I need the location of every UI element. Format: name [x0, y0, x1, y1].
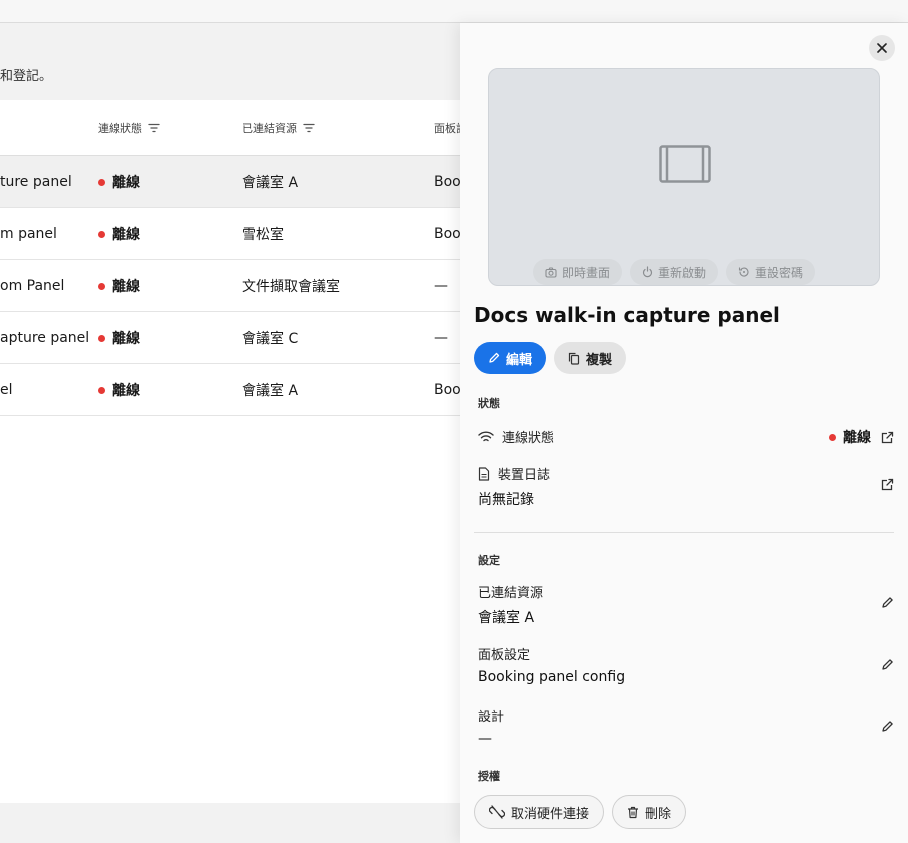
tablet-icon [659, 145, 711, 183]
device-name: el [0, 382, 13, 398]
offline-dot [98, 334, 105, 342]
license-section-label: 授權 [478, 770, 500, 783]
linked-resource-value: 會議室 A [478, 610, 535, 626]
live-view-button[interactable]: 即時畫面 [533, 259, 623, 285]
status-section-label: 狀態 [478, 397, 500, 410]
filter-icon[interactable] [303, 123, 315, 133]
table-row[interactable]: om Panel 離線 文件擷取會議室 — [0, 260, 460, 312]
external-link-icon[interactable] [881, 431, 894, 444]
trash-icon [628, 806, 639, 818]
table-row[interactable]: apture panel 離線 會議室 C — [0, 312, 460, 364]
close-icon [877, 43, 887, 53]
resource-cell: 會議室 C [242, 331, 299, 347]
config-cell: Boo [434, 174, 460, 190]
wifi-icon [478, 430, 494, 441]
status-cell: 離線 [98, 260, 140, 312]
table-row[interactable]: el 離線 會議室 A Boo [0, 364, 460, 416]
offline-dot [98, 386, 105, 394]
preview-actions: 即時畫面 重新啟動 重設密碼 [533, 259, 816, 285]
unlink-icon [489, 805, 505, 819]
reset-icon [738, 267, 749, 277]
device-log-value: 尚無記錄 [478, 492, 534, 508]
device-name: ture panel [0, 174, 72, 190]
connection-status-value: 離線 [829, 427, 871, 447]
status-cell: 離線 [98, 312, 140, 364]
resource-cell: 文件擷取會議室 [242, 279, 340, 295]
linked-resource-item: 已連結資源 會議室 A [478, 582, 894, 627]
config-cell: Boo [434, 226, 460, 242]
device-preview: 即時畫面 重新啟動 重設密碼 [488, 68, 880, 286]
offline-dot [98, 178, 105, 186]
devices-table: 連線狀態 已連結資源 面板設 ture panel 離線 會議室 A Boo m… [0, 100, 467, 803]
panel-actions: 編輯 複製 [474, 342, 627, 374]
resource-cell: 雪松室 [242, 227, 284, 243]
connection-status-item: 連線狀態 離線 [478, 427, 894, 446]
pencil-icon[interactable] [881, 596, 894, 609]
edit-button[interactable]: 編輯 [474, 342, 547, 374]
column-header-status[interactable]: 連線狀態 [98, 120, 160, 136]
status-cell: 離線 [98, 208, 140, 260]
document-icon [478, 466, 490, 481]
pencil-icon[interactable] [881, 658, 894, 671]
offline-dot [98, 230, 105, 238]
panel-config-item: 面板設定 Booking panel config [478, 644, 894, 685]
panel-footer-actions: 取消硬件連接 刪除 [474, 795, 687, 829]
offline-dot [98, 282, 105, 290]
filter-icon[interactable] [148, 123, 160, 133]
external-link-icon[interactable] [881, 478, 894, 491]
panel-title: Docs walk-in capture panel [474, 303, 780, 327]
settings-section-label: 設定 [478, 554, 500, 567]
power-icon [642, 266, 653, 278]
copy-button[interactable]: 複製 [554, 342, 627, 374]
config-cell: Boo [434, 382, 460, 398]
device-log-item: 裝置日誌 尚無記錄 [478, 464, 894, 509]
pencil-icon [489, 352, 500, 363]
device-name: om Panel [0, 278, 65, 294]
panel-config-value: Booking panel config [478, 669, 626, 685]
unpair-button[interactable]: 取消硬件連接 [474, 795, 605, 829]
reset-password-button[interactable]: 重設密碼 [726, 259, 816, 285]
device-name: m panel [0, 226, 57, 242]
close-button[interactable] [869, 35, 895, 61]
resource-cell: 會議室 A [242, 175, 299, 191]
config-cell: — [434, 330, 448, 346]
section-divider [474, 532, 894, 533]
resource-cell: 會議室 A [242, 383, 299, 399]
copy-icon [568, 352, 580, 365]
delete-button[interactable]: 刪除 [612, 795, 687, 829]
device-detail-panel: 即時畫面 重新啟動 重設密碼 Docs walk-in capture pane… [460, 23, 908, 843]
offline-dot [829, 433, 836, 441]
table-header: 連線狀態 已連結資源 面板設 [0, 100, 467, 156]
pencil-icon[interactable] [881, 720, 894, 733]
status-cell: 離線 [98, 364, 140, 416]
device-name: apture panel [0, 330, 90, 346]
table-row[interactable]: m panel 離線 雪松室 Boo [0, 208, 460, 260]
column-header-resource[interactable]: 已連結資源 [242, 120, 315, 136]
status-cell: 離線 [98, 156, 140, 208]
table-row[interactable]: ture panel 離線 會議室 A Boo [0, 156, 460, 208]
camera-icon [545, 266, 557, 278]
design-value: — [478, 731, 492, 747]
restart-button[interactable]: 重新啟動 [630, 259, 719, 285]
design-item: 設計 — [478, 706, 894, 747]
page-subtitle: 和登記。 [0, 69, 53, 84]
top-bar [0, 0, 908, 23]
config-cell: — [434, 278, 448, 294]
